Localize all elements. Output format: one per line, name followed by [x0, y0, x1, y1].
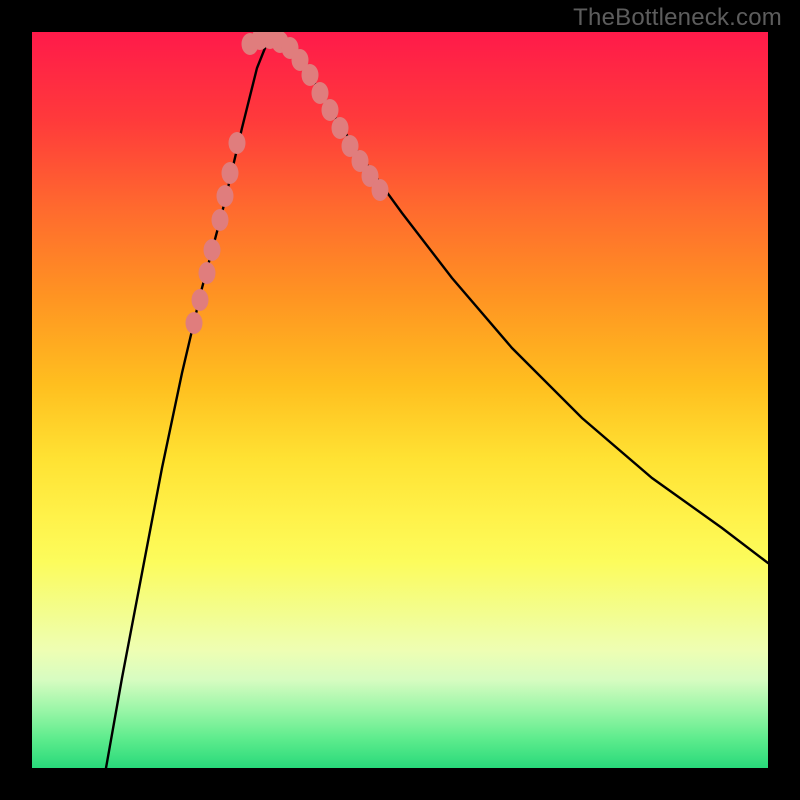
chart-container: TheBottleneck.com	[0, 0, 800, 800]
marker-dot	[212, 209, 229, 231]
marker-dot	[222, 162, 239, 184]
plot-area	[32, 32, 768, 768]
attribution-text: TheBottleneck.com	[573, 4, 782, 32]
marker-dot	[229, 132, 246, 154]
curve-svg	[32, 32, 768, 768]
marker-dot	[332, 117, 349, 139]
marker-dot	[186, 312, 203, 334]
marker-dots	[186, 32, 389, 334]
bottleneck-curve	[106, 38, 768, 768]
marker-dot	[372, 179, 389, 201]
marker-dot	[302, 64, 319, 86]
marker-dot	[217, 185, 234, 207]
marker-dot	[322, 99, 339, 121]
marker-dot	[192, 289, 209, 311]
marker-dot	[204, 239, 221, 261]
marker-dot	[199, 262, 216, 284]
